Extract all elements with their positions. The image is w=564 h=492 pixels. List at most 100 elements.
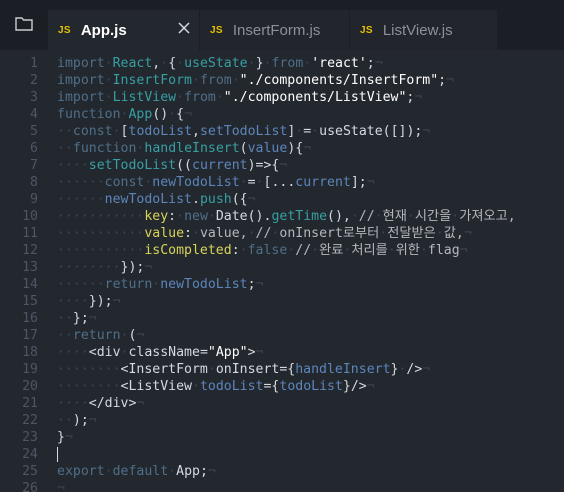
code-token: "./components/InsertForm" bbox=[239, 73, 439, 88]
code-token: const bbox=[104, 175, 145, 190]
line-number: 6 bbox=[30, 141, 38, 156]
code-token: value bbox=[247, 141, 288, 156]
code-line[interactable]: 22 ··);¬ bbox=[0, 412, 564, 429]
code-text: import·InsertForm·from·"./components/Ins… bbox=[57, 72, 454, 89]
code-token: flag bbox=[427, 243, 460, 258]
code-token: (( bbox=[176, 158, 192, 173]
tab-insertform-js[interactable]: JS InsertForm.js bbox=[199, 10, 349, 50]
code-line[interactable]: 3 import·ListView·from·"./components/List… bbox=[0, 89, 564, 106]
code-line[interactable]: 24 bbox=[0, 446, 564, 463]
code-text: ······newTodoList.push({¬ bbox=[57, 191, 256, 208]
tab-label: ListView.js bbox=[382, 21, 453, 39]
code-line[interactable]: 17 ··return·(¬ bbox=[0, 327, 564, 344]
code-token: · bbox=[176, 90, 185, 105]
code-token: ¬ bbox=[247, 192, 256, 207]
code-token: ¬ bbox=[374, 56, 383, 71]
line-number: 9 bbox=[30, 192, 38, 207]
code-token: · bbox=[231, 73, 240, 88]
code-token: 현재 bbox=[382, 209, 407, 224]
code-token: // bbox=[295, 243, 312, 258]
code-token: from bbox=[271, 56, 304, 71]
code-line[interactable]: 10 ···········key:·new·Date().getTime(),·… bbox=[0, 208, 564, 225]
code-token: ·· bbox=[57, 311, 73, 326]
code-token: · bbox=[247, 226, 256, 241]
code-token: · bbox=[168, 464, 177, 479]
code-token: ¬ bbox=[136, 328, 145, 343]
tab-bar: JS App.js JS InsertForm.js JS ListView.j… bbox=[0, 0, 564, 50]
code-token: handleInsert bbox=[295, 362, 391, 377]
code-token: current bbox=[192, 158, 248, 173]
code-token: 완료 bbox=[319, 243, 344, 258]
js-file-icon: JS bbox=[58, 24, 71, 36]
code-token: ; bbox=[438, 73, 447, 88]
code-token: · bbox=[263, 56, 272, 71]
code-text: export·default·App;¬ bbox=[57, 463, 216, 480]
code-line[interactable]: 26 ¬ bbox=[0, 480, 564, 492]
code-token: ···· bbox=[57, 396, 89, 411]
code-token: : bbox=[231, 243, 240, 258]
code-line[interactable]: 20 ········<ListView·todoList={todoList}/… bbox=[0, 378, 564, 395]
code-token: key bbox=[144, 209, 169, 224]
line-number: 12 bbox=[22, 243, 38, 258]
code-token: from bbox=[199, 73, 232, 88]
code-line[interactable]: 1 import·React,·{·useState·}·from·'react'… bbox=[0, 55, 564, 72]
code-token: ); bbox=[72, 413, 89, 428]
code-token: setTodoList bbox=[88, 158, 177, 173]
js-file-icon: JS bbox=[210, 24, 223, 36]
code-line[interactable]: 5 ··const·[todoList,setTodoList]·=·useSta… bbox=[0, 123, 564, 140]
code-token: · bbox=[311, 124, 320, 139]
code-token: React bbox=[112, 56, 153, 71]
js-file-icon: JS bbox=[360, 24, 373, 36]
line-number: 15 bbox=[22, 294, 38, 309]
code-token: useState bbox=[184, 56, 248, 71]
code-line[interactable]: 7 ····setTodoList((current)=>{¬ bbox=[0, 157, 564, 174]
files-explorer-icon[interactable] bbox=[15, 17, 33, 31]
code-editor[interactable]: 1 import·React,·{·useState·}·from·'react'… bbox=[0, 50, 564, 492]
line-number: 7 bbox=[30, 158, 38, 173]
code-token: return bbox=[72, 328, 121, 343]
code-token: import bbox=[57, 90, 105, 105]
code-token: // bbox=[255, 226, 272, 241]
tab-app-js[interactable]: JS App.js bbox=[48, 10, 199, 50]
tab-listview-js[interactable]: JS ListView.js bbox=[349, 10, 497, 50]
code-token: ·· bbox=[57, 328, 73, 343]
code-token: ={ bbox=[263, 379, 280, 394]
code-line[interactable]: 13 ········});¬ bbox=[0, 259, 564, 276]
code-token: isCompleted bbox=[144, 243, 232, 258]
code-line[interactable]: 6 ··function·handleInsert(value){¬ bbox=[0, 140, 564, 157]
code-line[interactable]: 15 ····});¬ bbox=[0, 293, 564, 310]
line-number: 2 bbox=[30, 73, 38, 88]
line-number: 4 bbox=[30, 107, 38, 122]
code-line[interactable]: 2 import·InsertForm·from·"./components/In… bbox=[0, 72, 564, 89]
code-token: 값, bbox=[443, 226, 464, 241]
code-line[interactable]: 12 ···········isCompleted:·false·//·완료·처리… bbox=[0, 242, 564, 259]
code-line[interactable]: 11 ···········value:·value,·//·onInsert로부… bbox=[0, 225, 564, 242]
line-number: 10 bbox=[22, 209, 38, 224]
code-line[interactable]: 16 ··};¬ bbox=[0, 310, 564, 327]
code-line[interactable]: 8 ······const·newTodoList·=·[...current];… bbox=[0, 174, 564, 191]
close-icon[interactable] bbox=[177, 21, 191, 35]
code-token: > bbox=[247, 345, 256, 360]
code-token: handleInsert bbox=[144, 141, 240, 156]
code-token: ¬ bbox=[207, 464, 216, 479]
code-line[interactable]: 18 ····<div·className="App">¬ bbox=[0, 344, 564, 361]
code-token: onInsert로부터 bbox=[279, 226, 380, 241]
code-token: todoList bbox=[128, 124, 193, 139]
code-line[interactable]: 19 ········<InsertForm·onInsert={handleIn… bbox=[0, 361, 564, 378]
code-token: ¬ bbox=[184, 107, 193, 122]
code-token: value bbox=[144, 226, 185, 241]
code-line[interactable]: 4 function·App()·{¬ bbox=[0, 106, 564, 123]
code-line[interactable]: 21 ····</div>¬ bbox=[0, 395, 564, 412]
code-token: ; bbox=[247, 277, 256, 292]
code-token: ]; bbox=[350, 175, 367, 190]
code-token: 처리를 bbox=[351, 243, 388, 258]
code-token: App; bbox=[176, 464, 208, 479]
code-line[interactable]: 23}¬ bbox=[0, 429, 564, 446]
code-line[interactable]: 25 export·default·App;¬ bbox=[0, 463, 564, 480]
code-token: · bbox=[160, 56, 169, 71]
code-token: new bbox=[184, 209, 208, 224]
code-token: ¬ bbox=[279, 158, 288, 173]
code-line[interactable]: 9 ······newTodoList.push({¬ bbox=[0, 191, 564, 208]
code-text: ··const·[todoList,setTodoList]·=·useStat… bbox=[57, 123, 430, 140]
code-line[interactable]: 14 ······return·newTodoList;¬ bbox=[0, 276, 564, 293]
